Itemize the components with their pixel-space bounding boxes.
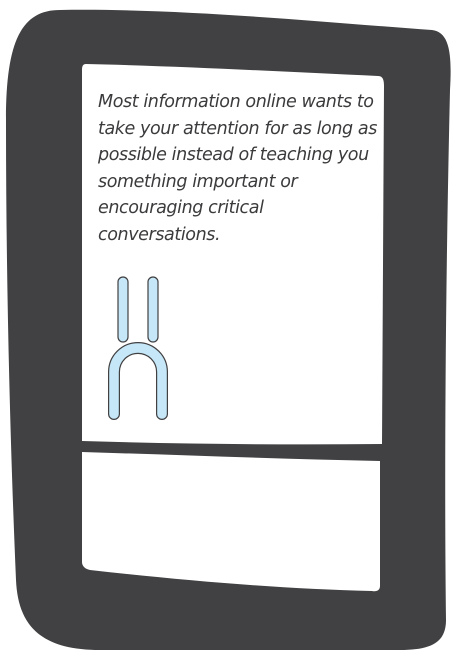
screen-message: Most information online wants to take yo… — [98, 92, 377, 245]
right-eye — [147, 276, 159, 343]
left-eye — [117, 276, 129, 343]
home-area — [82, 452, 380, 592]
illustration: Most information online wants to take yo… — [0, 0, 452, 651]
